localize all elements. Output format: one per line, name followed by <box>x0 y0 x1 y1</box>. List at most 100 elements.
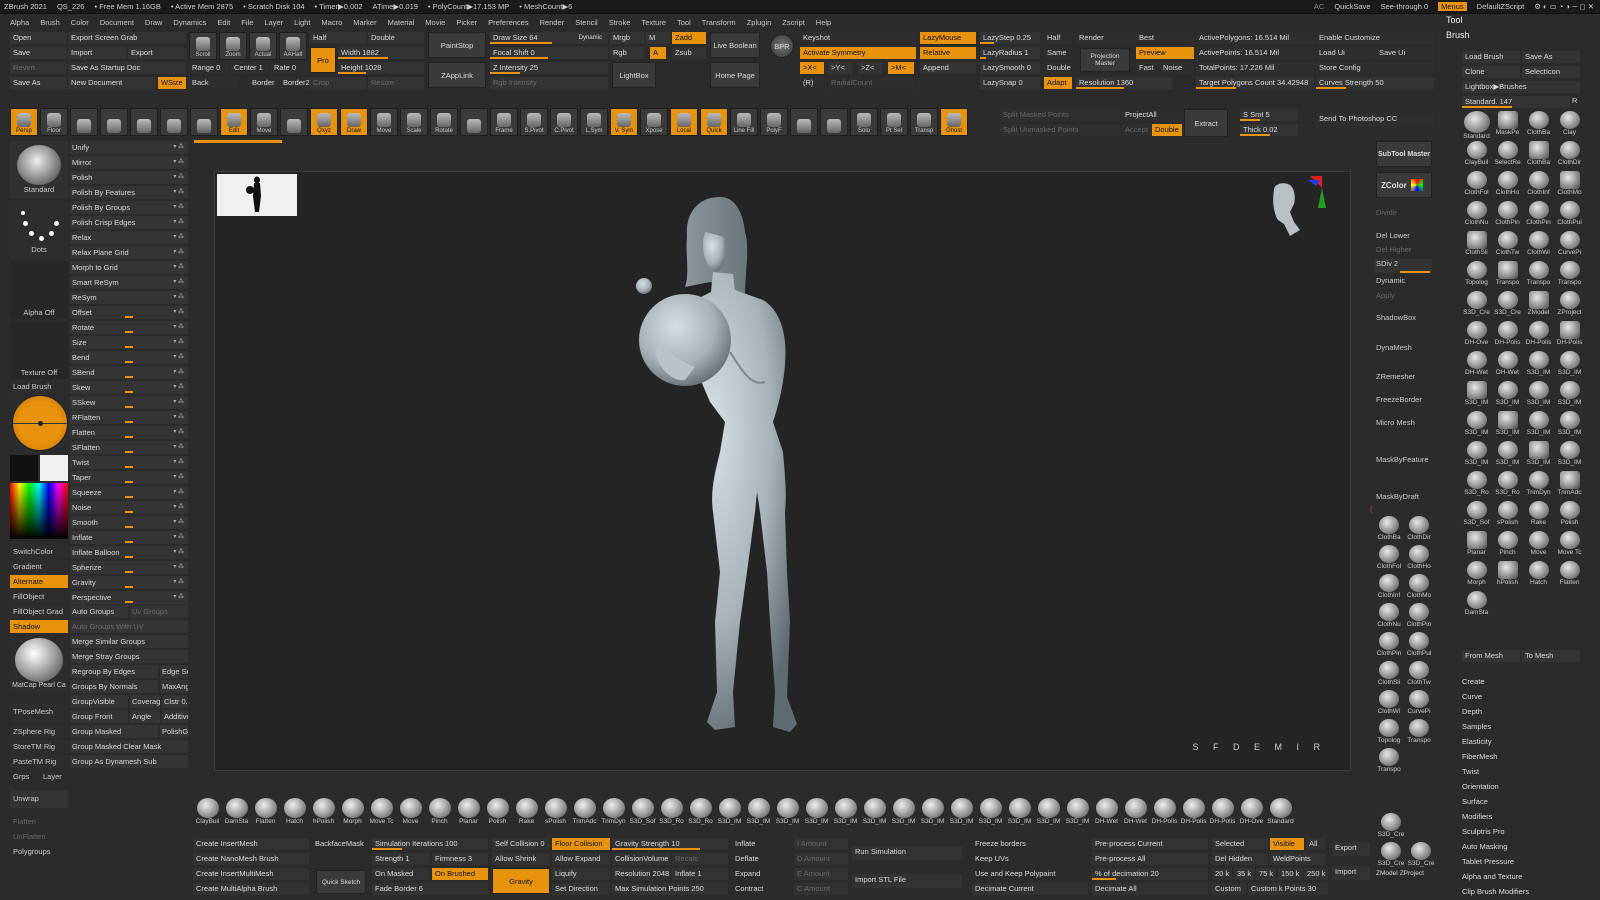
deform-item[interactable]: Rotate ▾ ⁂ <box>70 321 188 334</box>
brush-item[interactable]: Planar <box>1461 530 1492 560</box>
zadd-button[interactable]: Zadd <box>672 32 706 44</box>
brush-standard-thumb[interactable]: Standard <box>10 141 68 199</box>
solo-button[interactable]: Solo <box>850 108 878 136</box>
menu-render[interactable]: Render <box>540 18 565 27</box>
brush-item[interactable]: ClothNu <box>1461 200 1492 230</box>
axis-toggle-icon[interactable]: ▾ ⁂ <box>173 156 184 169</box>
xyz-axis-button[interactable] <box>70 108 98 136</box>
deform-item[interactable]: Inflate Balloon ▾ ⁂ <box>70 546 188 559</box>
brush-item[interactable]: DH-Wet <box>1492 350 1523 380</box>
axis-toggle-icon[interactable]: ▾ ⁂ <box>173 531 184 544</box>
shelf-brush[interactable]: Standard <box>1266 798 1295 828</box>
freeze-borders-button[interactable]: Freeze borders <box>972 838 1088 850</box>
brush-item[interactable]: Transpo <box>1404 718 1434 747</box>
import-mesh-button[interactable]: Import <box>1332 866 1370 880</box>
deform-item[interactable]: Relax ▾ ⁂ <box>70 231 188 244</box>
shelf-brush[interactable]: DH-Polis <box>1208 798 1237 828</box>
group-visible-button[interactable]: GroupVisible <box>70 695 128 708</box>
quicksave-button[interactable]: QuickSave <box>1334 2 1370 11</box>
brush-item[interactable]: Morph <box>1461 560 1492 590</box>
store-config-button[interactable]: Store Config <box>1316 62 1434 74</box>
projectall-button[interactable]: ProjectAll <box>1122 109 1182 121</box>
brush-item[interactable]: Pinch <box>1492 530 1523 560</box>
create-insertmesh[interactable]: Create InsertMesh <box>193 838 309 850</box>
brush-item[interactable]: S3D_IM <box>1461 410 1492 440</box>
open-button[interactable]: Open <box>10 32 66 44</box>
border-button[interactable]: Border <box>249 77 279 89</box>
enable-customize[interactable]: Enable Customize <box>1316 32 1434 44</box>
tool-submenu-item[interactable]: Orientation <box>1462 782 1499 791</box>
bpr-button[interactable]: BPR <box>770 34 794 58</box>
brush-item[interactable]: S3D_Ro <box>1492 470 1523 500</box>
brush-item[interactable]: ClothFol <box>1461 170 1492 200</box>
append-button[interactable]: Append <box>920 62 976 74</box>
axis-toggle-icon[interactable]: ▾ ⁂ <box>173 231 184 244</box>
sym-z-button[interactable]: >Z< <box>858 62 882 74</box>
to-mesh-button[interactable]: To Mesh <box>1522 650 1580 662</box>
shelf-brush[interactable]: Morph <box>338 798 367 828</box>
create-insertmultimesh[interactable]: Create InsertMultiMesh <box>193 868 309 880</box>
brush-item[interactable]: ClothBa <box>1523 110 1554 140</box>
brush-item[interactable]: Topolog <box>1461 260 1492 290</box>
shadowbox-button[interactable]: ShadowBox <box>1374 313 1432 322</box>
rgb-button[interactable]: Rgb <box>610 47 644 59</box>
brush-item[interactable]: Standard <box>1461 110 1492 140</box>
lazyradius-slider[interactable]: LazyRadius 1 <box>980 47 1040 59</box>
scroll-button[interactable]: Scroll <box>189 32 217 60</box>
transp-button[interactable]: Transp <box>910 108 938 136</box>
deform-item[interactable]: Smart ReSym ▾ ⁂ <box>70 276 188 289</box>
import-stl-button[interactable]: Import STL File <box>852 874 962 888</box>
brush-item[interactable]: S3D_Cre <box>1376 841 1406 870</box>
solo-cube-button[interactable] <box>820 108 848 136</box>
brush-item[interactable]: Transpo <box>1492 260 1523 290</box>
keep-uvs-button[interactable]: Keep UVs <box>972 853 1088 865</box>
deform-item[interactable]: SSkew ▾ ⁂ <box>70 396 188 409</box>
lightbox-brushes[interactable]: Lightbox▶Brushes <box>1462 81 1580 93</box>
menu-preferences[interactable]: Preferences <box>488 18 528 27</box>
fast-button[interactable]: Fast <box>1136 62 1160 74</box>
fill-object-button[interactable]: FillObject <box>10 590 68 603</box>
preview-button[interactable]: Preview <box>1136 47 1194 59</box>
on-masked-button[interactable]: On Masked <box>372 868 430 880</box>
group-as-dynamesh-sub[interactable]: Group As Dynamesh Sub <box>70 755 188 768</box>
import-button[interactable]: Import <box>68 47 126 59</box>
deform-item[interactable]: Spherize ▾ ⁂ <box>70 561 188 574</box>
deform-item[interactable]: Smooth ▾ ⁂ <box>70 516 188 529</box>
actual-button[interactable]: Actual <box>249 32 277 60</box>
inflate-sim-slider[interactable]: Inflate 1 <box>672 868 728 880</box>
save-as-button[interactable]: Save As <box>10 77 66 89</box>
micromesh-button[interactable]: Micro Mesh <box>1374 418 1432 427</box>
brush-item[interactable]: ClothHo <box>1404 544 1434 573</box>
deform-item[interactable]: Morph to Grid ▾ ⁂ <box>70 261 188 274</box>
brush-item[interactable]: S3D_IM <box>1492 410 1523 440</box>
shelf-brush[interactable]: S3D_Sof <box>628 798 657 828</box>
axis-toggle-icon[interactable]: ▾ ⁂ <box>173 336 184 349</box>
sym-r-button[interactable]: (R) <box>800 77 824 89</box>
draw-button[interactable]: Draw <box>340 108 368 136</box>
deform-item[interactable]: RFlatten ▾ ⁂ <box>70 411 188 424</box>
adapt-button[interactable]: Adapt <box>1044 77 1072 89</box>
brush-item[interactable]: ClothHo <box>1492 170 1523 200</box>
brush-item[interactable]: S3D_Cre <box>1406 841 1436 870</box>
brush-item[interactable]: ClayBuil <box>1461 140 1492 170</box>
brush-item[interactable]: ClothMo <box>1404 573 1434 602</box>
zremesher-button[interactable]: ZRemesher <box>1374 372 1432 381</box>
axis-toggle-icon[interactable]: ▾ ⁂ <box>173 321 184 334</box>
navigator-thumbnail[interactable] <box>217 174 297 216</box>
see-through-slider[interactable]: See-through 0 <box>1381 2 1429 11</box>
new-document[interactable]: New Document <box>68 77 156 89</box>
deform-item[interactable]: Perspective ▾ ⁂ <box>70 591 188 604</box>
shelf-brush[interactable]: S3D_IM <box>802 798 831 828</box>
brush-item[interactable]: ClothPin <box>1374 631 1404 660</box>
polygroups-menu[interactable]: Polygroups <box>10 845 68 858</box>
brush-item[interactable]: ClothPin <box>1492 200 1523 230</box>
tpose-mesh-button[interactable]: TPoseMesh <box>10 702 68 722</box>
menu-stroke[interactable]: Stroke <box>609 18 631 27</box>
shelf-brush[interactable]: Polish <box>483 798 512 828</box>
axis-toggle-icon[interactable]: ▾ ⁂ <box>173 201 184 214</box>
deform-item[interactable]: Skew ▾ ⁂ <box>70 381 188 394</box>
save-button[interactable]: Save <box>10 47 66 59</box>
home-page-button[interactable]: Home Page <box>710 62 760 88</box>
layer-button[interactable]: Layer <box>40 770 68 783</box>
half-res-button[interactable]: Half <box>1044 32 1072 44</box>
